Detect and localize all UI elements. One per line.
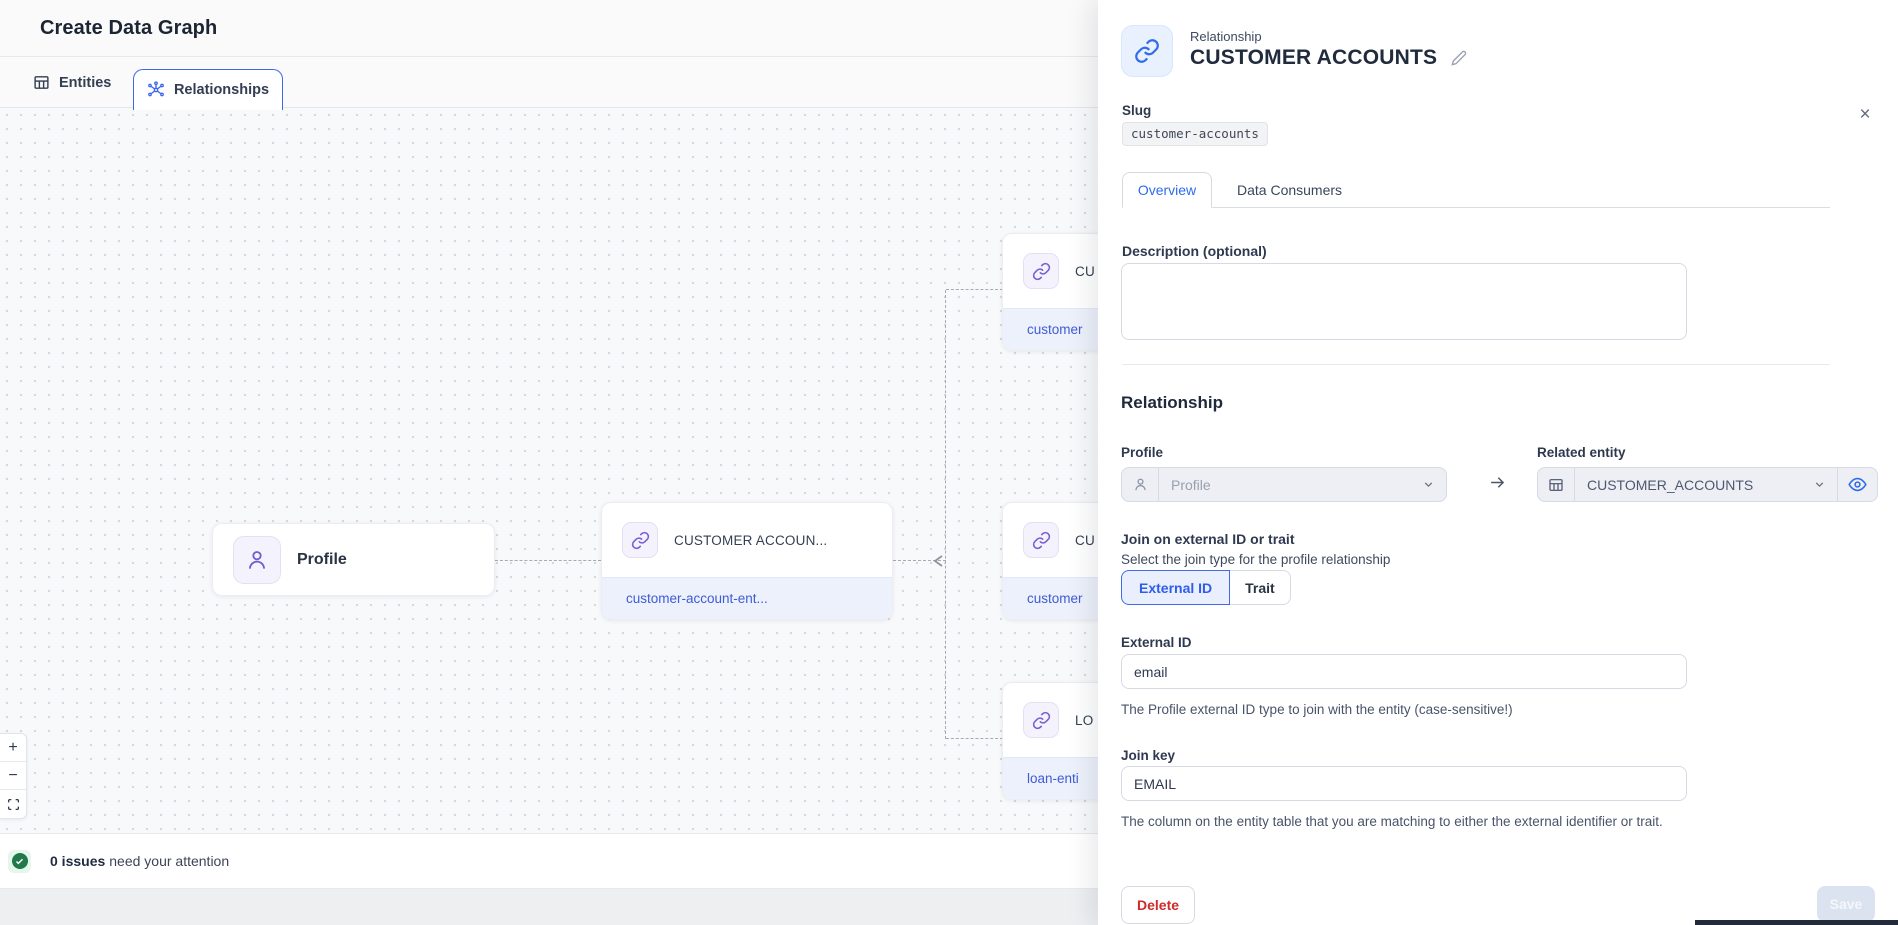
edge-arrowhead-icon xyxy=(933,554,944,568)
edge-profile-to-customer-accounts xyxy=(495,560,601,561)
join-key-help: The column on the entity table that you … xyxy=(1121,813,1721,830)
plus-icon: + xyxy=(8,739,17,757)
external-id-help: The Profile external ID type to join wit… xyxy=(1121,701,1513,718)
chevron-down-icon xyxy=(1422,478,1446,491)
network-icon xyxy=(147,81,165,99)
tab-relationships[interactable]: Relationships xyxy=(133,69,283,110)
page-title: Create Data Graph xyxy=(40,17,217,40)
link-icon xyxy=(1023,253,1059,289)
edit-pencil-icon[interactable] xyxy=(1451,50,1467,66)
bottom-dark-strip xyxy=(1695,920,1898,925)
issues-status-text: 0 issuesneed your attention xyxy=(50,853,229,869)
zoom-in-button[interactable]: + xyxy=(0,734,26,762)
table-icon xyxy=(1538,468,1575,501)
relationship-section-heading: Relationship xyxy=(1121,393,1223,413)
description-label: Description (optional) xyxy=(1122,243,1267,259)
join-option-external-id[interactable]: External ID xyxy=(1121,570,1230,605)
description-input[interactable] xyxy=(1121,263,1687,340)
profile-person-icon xyxy=(233,536,281,584)
external-id-label: External ID xyxy=(1121,635,1192,650)
fit-view-button[interactable] xyxy=(0,790,26,818)
tab-entities[interactable]: Entities xyxy=(33,57,111,108)
related-entity-label: Related entity xyxy=(1537,445,1626,460)
profile-select[interactable]: Profile xyxy=(1121,467,1447,502)
join-type-segmented-control: External ID Trait xyxy=(1121,570,1291,605)
canvas-zoom-toolbar: + − xyxy=(0,733,27,819)
relationship-detail-panel: Relationship CUSTOMER ACCOUNTS × Slug cu… xyxy=(1098,0,1898,925)
preview-entity-eye-icon[interactable] xyxy=(1837,468,1877,501)
node-profile[interactable]: Profile xyxy=(212,523,495,596)
minus-icon: − xyxy=(8,767,17,785)
join-key-input[interactable] xyxy=(1121,766,1687,801)
node-loan-label: LO xyxy=(1075,713,1093,728)
tab-relationships-label: Relationships xyxy=(174,82,269,98)
profile-field-label: Profile xyxy=(1121,445,1163,460)
profile-select-value: Profile xyxy=(1159,477,1422,493)
node-customer-accounts-label: CUSTOMER ACCOUN... xyxy=(674,533,827,548)
join-key-label: Join key xyxy=(1121,748,1175,763)
panel-type-label: Relationship xyxy=(1190,29,1262,44)
link-icon xyxy=(1023,522,1059,558)
delete-button[interactable]: Delete xyxy=(1121,886,1195,924)
related-entity-value: CUSTOMER_ACCOUNTS xyxy=(1575,477,1813,493)
node-right-middle-label: CU xyxy=(1075,533,1095,548)
slug-value-chip: customer-accounts xyxy=(1122,122,1268,146)
fullscreen-icon xyxy=(7,798,20,811)
external-id-input[interactable] xyxy=(1121,654,1687,689)
related-entity-select[interactable]: CUSTOMER_ACCOUNTS xyxy=(1537,467,1878,502)
tab-overview[interactable]: Overview xyxy=(1122,172,1212,208)
zoom-out-button[interactable]: − xyxy=(0,762,26,790)
edge-branch-bottom xyxy=(946,738,1003,739)
person-icon xyxy=(1122,468,1159,501)
edge-branch-top xyxy=(946,289,1003,290)
node-customer-accounts-slug[interactable]: customer-account-ent... xyxy=(602,577,892,619)
relationship-link-icon xyxy=(1121,25,1173,77)
node-profile-label: Profile xyxy=(297,551,347,569)
panel-tab-bar: Overview Data Consumers xyxy=(1122,172,1830,208)
join-option-trait[interactable]: Trait xyxy=(1230,570,1291,605)
link-icon xyxy=(1023,702,1059,738)
section-divider xyxy=(1122,364,1830,365)
chevron-down-icon xyxy=(1813,478,1837,491)
save-button[interactable]: Save xyxy=(1817,886,1875,922)
join-type-label: Join on external ID or trait xyxy=(1121,531,1294,547)
edge-vertical-branch xyxy=(945,290,946,739)
issues-check-icon xyxy=(8,850,31,873)
tab-data-consumers[interactable]: Data Consumers xyxy=(1223,172,1356,208)
join-type-hint: Select the join type for the profile rel… xyxy=(1121,551,1390,568)
node-right-top-label: CU xyxy=(1075,264,1095,279)
tab-entities-label: Entities xyxy=(59,75,111,91)
close-icon[interactable]: × xyxy=(1852,102,1878,128)
link-icon xyxy=(622,522,658,558)
table-icon xyxy=(33,74,50,91)
node-customer-accounts[interactable]: CUSTOMER ACCOUN... customer-account-ent.… xyxy=(601,502,893,620)
slug-label: Slug xyxy=(1122,103,1151,118)
arrow-right-icon xyxy=(1488,473,1507,492)
panel-title: CUSTOMER ACCOUNTS xyxy=(1190,46,1437,70)
create-data-graph-app: Create Data Graph Entities xyxy=(0,0,1898,925)
